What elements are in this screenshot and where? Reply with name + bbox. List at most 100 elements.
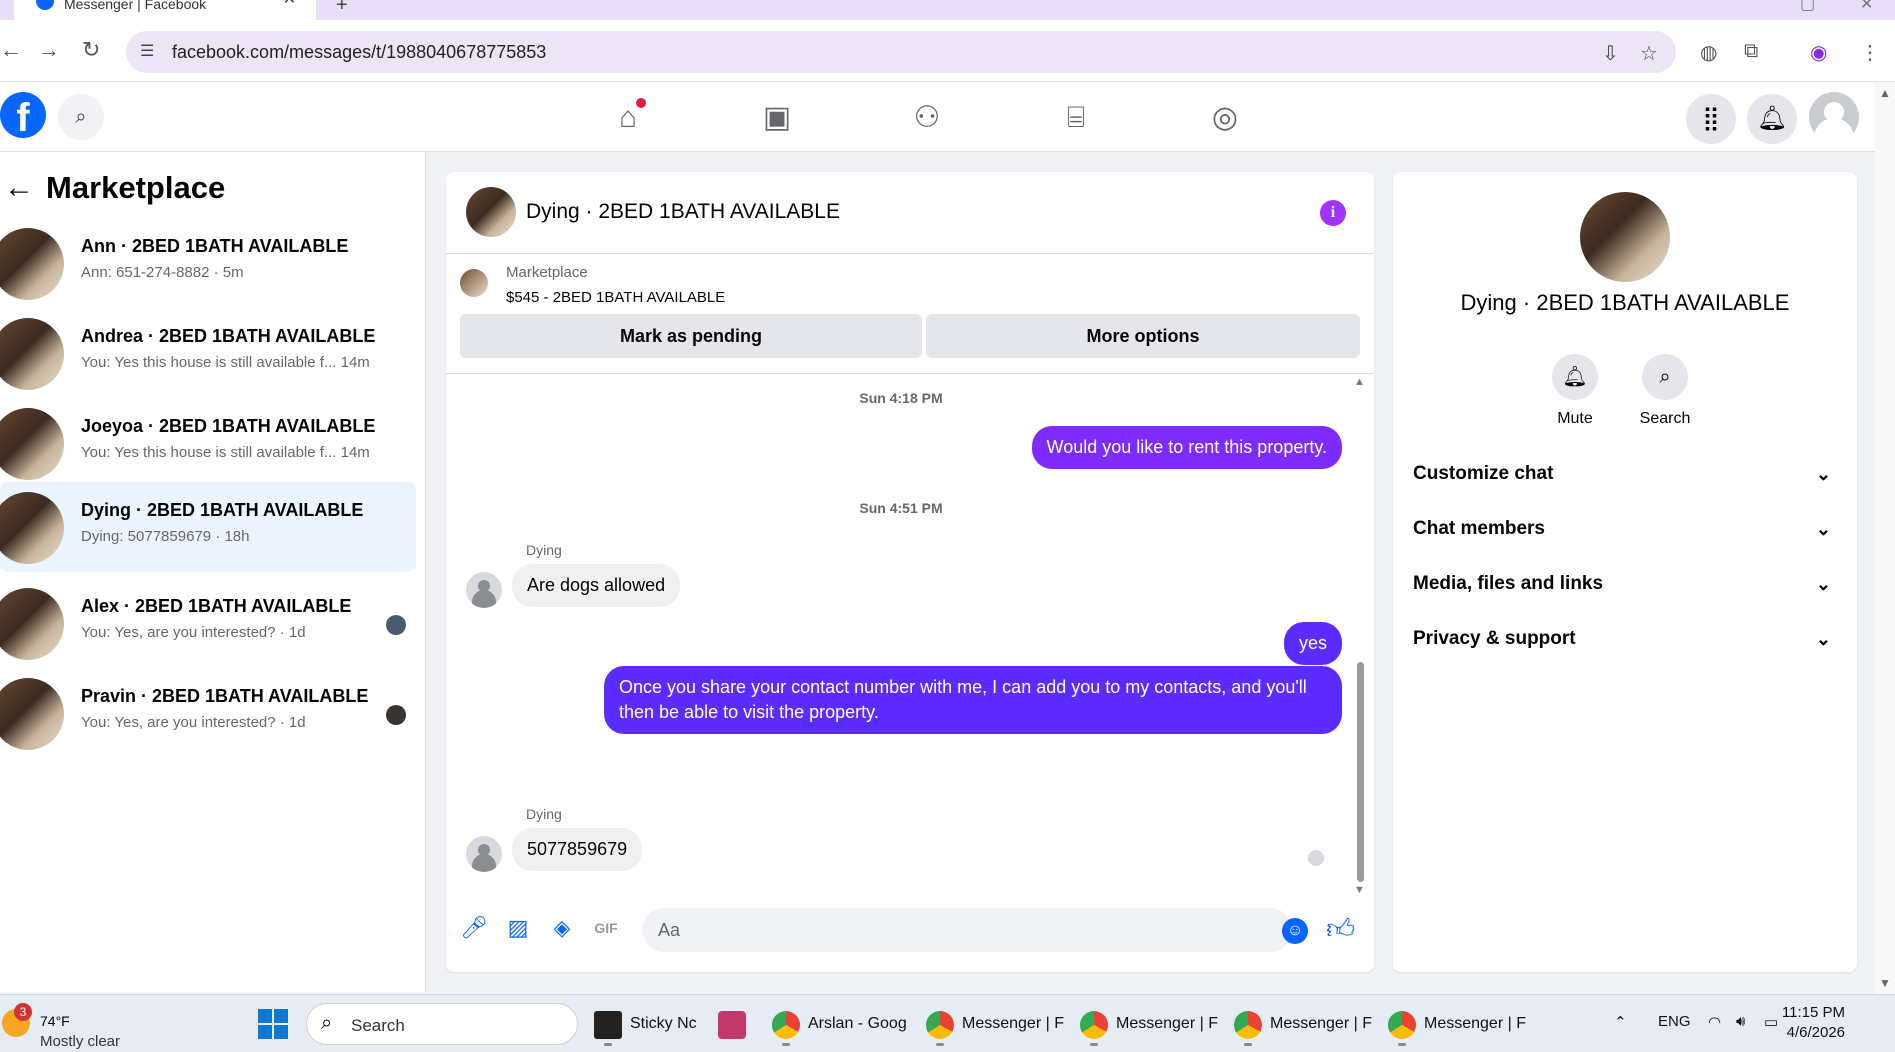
taskbar-search[interactable]: ⌕ Search [306, 1003, 578, 1045]
account-avatar[interactable] [1809, 92, 1859, 142]
scroll-up-icon[interactable]: ▲ [1354, 376, 1365, 388]
profile-icon[interactable]: ◉ [1810, 40, 1827, 65]
facebook-logo-icon[interactable]: f [0, 92, 46, 140]
weather-widget[interactable]: 3 74°F Mostly clear [0, 1003, 140, 1050]
close-window-icon[interactable]: ✕ [1860, 0, 1873, 14]
translate-icon[interactable]: ◍ [1700, 40, 1717, 65]
video-icon[interactable]: ▣ [747, 98, 807, 138]
chat-list-title: Marketplace [46, 170, 226, 205]
url-text[interactable]: facebook.com/messages/t/1988040678775853 [172, 42, 546, 63]
listing-title[interactable]: $545 - 2BED 1BATH AVAILABLE [506, 289, 725, 306]
taskbar-clock[interactable]: 11:15 PM 4/6/2026 [1782, 1003, 1845, 1043]
scrollbar-thumb[interactable] [1357, 662, 1364, 882]
media-files-links-section[interactable]: Media, files and links ⌄ [1413, 564, 1837, 604]
mute-button[interactable]: 🔔︎ Mute [1535, 354, 1615, 428]
install-app-icon[interactable]: ⇩ [1602, 41, 1619, 66]
friends-icon[interactable]: ⚇ [897, 98, 957, 138]
conversation-item-active[interactable]: Dying · 2BED 1BATH AVAILABLE Dying: 5077… [0, 482, 416, 572]
browser-tab[interactable]: Messenger | Facebook ✕ [14, 0, 316, 20]
sender-avatar[interactable] [466, 572, 502, 608]
privacy-support-section[interactable]: Privacy & support ⌄ [1413, 619, 1837, 659]
more-options-button[interactable]: More options [926, 314, 1360, 358]
scroll-down-icon[interactable]: ▼ [1879, 976, 1891, 990]
emoji-icon[interactable]: ☺ [1282, 918, 1308, 944]
taskbar-app-chrome[interactable]: Arslan - Goog [772, 1003, 908, 1046]
chevron-up-icon[interactable]: ⌃ [1614, 1013, 1627, 1031]
outgoing-message[interactable]: yes [1283, 622, 1342, 665]
conversation-title[interactable]: Dying · 2BED 1BATH AVAILABLE [526, 200, 840, 224]
windows-taskbar: 3 74°F Mostly clear ⌕ Search Sticky Nc A… [0, 994, 1895, 1052]
microphone-icon[interactable]: 🎤︎ [460, 914, 488, 942]
conversation-avatar-large[interactable] [1580, 192, 1670, 282]
customize-chat-section[interactable]: Customize chat ⌄ [1413, 454, 1837, 494]
taskbar-app-chrome[interactable]: Messenger | F [1080, 1003, 1218, 1046]
home-icon[interactable]: ⌂ [598, 98, 658, 138]
page-scrollbar[interactable]: ▲ ▼ [1875, 82, 1895, 994]
new-tab-icon[interactable]: + [336, 0, 348, 17]
site-info-icon[interactable]: ☰ [140, 41, 160, 61]
chrome-icon [926, 1011, 954, 1039]
conversation-avatar[interactable] [466, 187, 516, 237]
reload-icon[interactable]: ↻ [82, 38, 100, 62]
message-composer: 🎤︎ ▨ ◈ GIF ☺ 👍︎ [446, 892, 1374, 972]
sticker-icon[interactable]: ◈ [548, 914, 576, 942]
clock-date: 4/6/2026 [1786, 1024, 1845, 1041]
sender-avatar[interactable] [466, 836, 502, 872]
volume-icon[interactable]: 🔊︎ [1736, 1013, 1745, 1030]
url-field[interactable]: ☰ facebook.com/messages/t/19880406787758… [126, 31, 1676, 73]
conversation-item[interactable]: Ann · 2BED 1BATH AVAILABLE Ann: 651-274-… [0, 218, 416, 308]
bookmark-star-icon[interactable]: ☆ [1640, 41, 1658, 66]
taskbar-app-chrome[interactable]: Messenger | F [1234, 1003, 1372, 1046]
running-indicator [1398, 1043, 1406, 1046]
taskbar-app-snipping-tool[interactable] [718, 1003, 748, 1045]
gaming-icon[interactable]: ◎ [1195, 98, 1255, 138]
windows-start-icon[interactable] [258, 1009, 288, 1039]
taskbar-app-chrome[interactable]: Messenger | F [1388, 1003, 1526, 1046]
incoming-message[interactable]: Are dogs allowed [512, 564, 681, 607]
outgoing-message[interactable]: Would you like to rent this property. [1031, 426, 1342, 469]
thumbs-up-icon[interactable]: 👍︎ [1326, 912, 1355, 946]
conversation-item[interactable]: Pravin · 2BED 1BATH AVAILABLE You: Yes, … [0, 668, 416, 758]
notifications-bell-icon[interactable]: 🔔︎ [1747, 94, 1797, 144]
taskbar-app-sticky-notes[interactable]: Sticky Nc [594, 1003, 698, 1046]
arrow-left-icon[interactable]: ← [4, 168, 34, 208]
mark-as-pending-button[interactable]: Mark as pending [460, 314, 922, 358]
marketplace-icon[interactable]: ⌸ [1046, 98, 1106, 138]
browser-menu-icon[interactable]: ⋮ [1860, 40, 1880, 65]
mute-label: Mute [1557, 410, 1593, 427]
battery-icon[interactable]: ▭ [1764, 1013, 1778, 1031]
search-label: Search [1639, 410, 1691, 427]
marketplace-listing-card: Marketplace $545 - 2BED 1BATH AVAILABLE … [446, 254, 1374, 374]
conversation-item[interactable]: Andrea · 2BED 1BATH AVAILABLE You: Yes t… [0, 308, 416, 398]
chevron-down-icon: ⌄ [1815, 629, 1831, 649]
search-icon[interactable]: ⌕ [1642, 354, 1688, 400]
conversation-item[interactable]: Alex · 2BED 1BATH AVAILABLE You: Yes, ar… [0, 578, 416, 668]
forward-icon[interactable]: → [38, 38, 60, 62]
search-icon[interactable]: ⌕ [58, 94, 104, 140]
bell-icon[interactable]: 🔔︎ [1552, 354, 1598, 400]
back-icon[interactable]: ← [0, 38, 22, 62]
chat-members-section[interactable]: Chat members ⌄ [1413, 509, 1837, 549]
menu-grid-icon[interactable]: ⣿ [1686, 94, 1736, 144]
scroll-up-icon[interactable]: ▲ [1879, 86, 1891, 100]
running-indicator [1244, 1043, 1252, 1046]
extensions-icon[interactable]: ⧉ [1744, 40, 1758, 63]
temperature: 74°F [40, 1013, 70, 1029]
tab-close-icon[interactable]: ✕ [283, 0, 296, 8]
message-scrollbar[interactable]: ▲ ▼ [1354, 376, 1366, 896]
taskbar-app-label: Messenger | F [1116, 1015, 1218, 1032]
info-icon[interactable]: i [1320, 200, 1346, 226]
conversation-item[interactable]: Joeyoa · 2BED 1BATH AVAILABLE You: Yes t… [0, 398, 416, 488]
gif-icon[interactable]: GIF [592, 914, 620, 942]
wifi-icon[interactable]: ◠ [1708, 1013, 1721, 1031]
message-input[interactable] [642, 908, 1292, 952]
seen-avatar [386, 615, 406, 635]
incoming-message[interactable]: 5077859679 [512, 828, 643, 871]
language-indicator[interactable]: ENG [1658, 1013, 1691, 1030]
restore-window-icon[interactable]: ▢ [1800, 0, 1815, 14]
taskbar-app-chrome[interactable]: Messenger | F [926, 1003, 1064, 1046]
search-in-conversation-button[interactable]: ⌕ Search [1625, 354, 1705, 428]
outgoing-message[interactable]: Once you share your contact number with … [604, 666, 1342, 734]
taskbar-app-label: Messenger | F [1424, 1015, 1526, 1032]
photo-icon[interactable]: ▨ [504, 914, 532, 942]
